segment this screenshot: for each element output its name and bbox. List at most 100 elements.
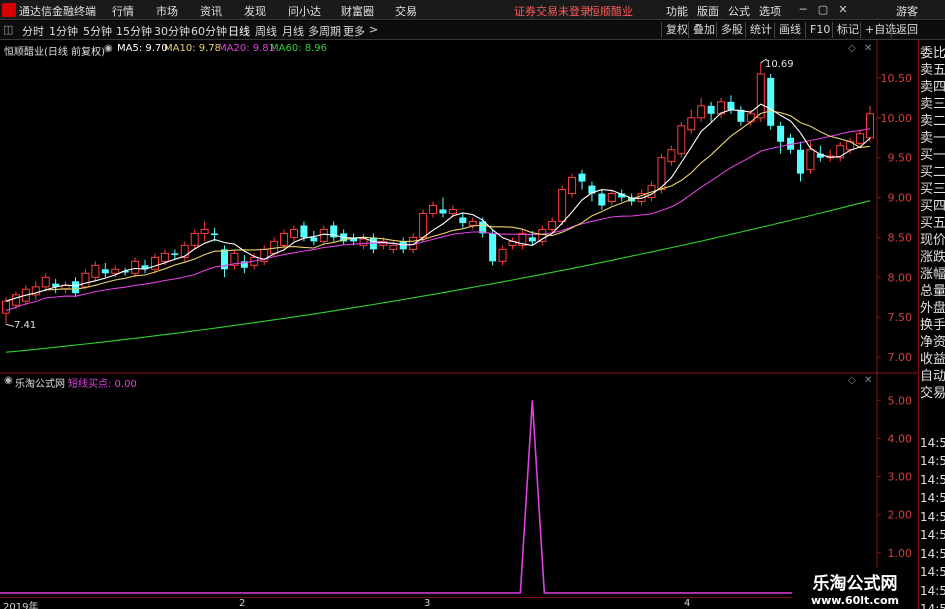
quote-panel-item: 14:56	[920, 472, 945, 487]
candle-body	[806, 149, 815, 171]
price-tick-label: 7.00	[888, 351, 913, 364]
candle-body	[429, 205, 438, 214]
price-tick-label: 8.50	[888, 231, 913, 244]
ma60-label: MA60: 8.96	[270, 43, 328, 54]
btn-draw[interactable]: 画线	[774, 22, 801, 38]
chart-area[interactable]: 10.50 10.00 9.50 9.00 8.50 8.00 7.50 7.00 5.00 4.…	[0, 40, 918, 597]
menu-item-news[interactable]: 资讯	[200, 3, 222, 19]
menu-item-discover[interactable]: 发现	[244, 3, 266, 19]
menu-item-options[interactable]: 选项	[759, 3, 781, 19]
menu-item-layout[interactable]: 版面	[697, 3, 719, 19]
chart-dropdown-icon[interactable]: ◉	[104, 43, 113, 54]
user-label[interactable]: 游客	[896, 3, 918, 19]
btn-f10[interactable]: F10	[805, 22, 830, 38]
candle-body	[528, 237, 536, 242]
btn-overlay[interactable]: 叠加	[688, 22, 715, 38]
app-logo-icon	[2, 3, 16, 17]
menu-item-quotes[interactable]: 行情	[112, 3, 134, 19]
sub-tick-label: 4.00	[888, 432, 913, 445]
price-tick-label: 10.50	[881, 72, 913, 85]
chart-close-icon[interactable]: ✕	[864, 43, 872, 54]
menu-bar: 通达信金融终端 行情 市场 资讯 发现 问小达 财富圈 交易 证券交易未登录 恒…	[0, 0, 945, 20]
candle-body	[11, 294, 20, 306]
candle-body	[41, 276, 50, 288]
candle-body	[101, 269, 109, 274]
toggle-panel-icon[interactable]: ◫	[3, 23, 13, 36]
candle-body	[767, 77, 775, 126]
login-notice[interactable]: 证券交易未登录	[514, 3, 591, 19]
menu-item-function[interactable]: 功能	[666, 3, 688, 19]
candle-body	[211, 233, 219, 236]
tab-period-6[interactable]: 日线	[228, 23, 250, 39]
expand-diamond-icon[interactable]: ◇	[848, 43, 856, 54]
buy-signal-label: 短线买点: 0.00	[68, 379, 137, 390]
candle-body	[697, 105, 706, 119]
candle-body	[667, 149, 676, 163]
tab-period-3[interactable]: 15分钟	[116, 23, 152, 39]
menu-item-formula[interactable]: 公式	[728, 3, 750, 19]
quote-panel: 委比 卖五 卖四 卖三 卖二 卖一 买一 买二 买三 买四 买五 现价 涨跌 涨幅 总量 外盘 换手 净资 收益 自动…	[918, 40, 945, 609]
quote-panel-item: 14:56	[920, 546, 945, 561]
tab-period-0[interactable]: 分时	[22, 23, 44, 39]
candle-body	[448, 209, 457, 214]
candle-body	[468, 220, 477, 226]
candle-body	[598, 193, 606, 206]
menu-item-community[interactable]: 财富圈	[341, 3, 374, 19]
more-chevron-icon[interactable]: >	[369, 23, 378, 36]
btn-multi[interactable]: 多股	[716, 22, 743, 38]
price-tick-label: 9.00	[888, 192, 913, 205]
candle-body	[489, 233, 497, 262]
tab-period-2[interactable]: 5分钟	[83, 23, 112, 39]
current-stock-name: 恒顺醋业	[589, 5, 633, 18]
candle-body	[190, 232, 199, 246]
candle-body	[796, 149, 804, 174]
time-axis: 2019年 2 3 4	[0, 597, 918, 609]
tab-period-8[interactable]: 月线	[282, 23, 304, 39]
close-icon[interactable]: ✕	[835, 2, 851, 18]
tab-period-9[interactable]: 多周期	[308, 23, 341, 39]
quote-panel-item: 14:56	[920, 491, 945, 505]
sub-dropdown-icon[interactable]: ◉	[4, 375, 13, 386]
btn-back[interactable]: 返回	[891, 22, 918, 38]
price-tick-label: 10.00	[881, 112, 913, 125]
candle-body	[737, 109, 745, 122]
candle-body	[777, 125, 785, 142]
candle-body	[310, 237, 318, 242]
candle-body	[607, 193, 616, 203]
sub-expand-diamond-icon[interactable]: ◇	[848, 375, 856, 386]
low-price-label: 7.41	[14, 320, 37, 331]
quote-panel-item: 14:56	[920, 454, 945, 468]
candle-body	[677, 125, 686, 155]
price-tick-label: 7.50	[888, 311, 913, 324]
candle-body	[2, 300, 10, 314]
candle-body	[319, 228, 328, 242]
btn-adjust[interactable]: 复权	[661, 22, 688, 38]
btn-mark[interactable]: 标记	[832, 22, 859, 38]
candle-body	[359, 238, 368, 246]
tab-period-4[interactable]: 30分钟	[154, 23, 190, 39]
candle-body	[131, 260, 140, 274]
candle-body	[568, 177, 577, 195]
menu-item-market[interactable]: 市场	[156, 3, 178, 19]
candle-body	[200, 228, 209, 234]
ma20-label: MA20: 9.81	[218, 43, 276, 54]
candle-body	[459, 217, 467, 224]
candle-body	[439, 209, 447, 214]
candle-body	[707, 105, 715, 114]
tab-period-10[interactable]: 更多	[343, 23, 365, 39]
minimize-icon[interactable]: ─	[795, 2, 811, 18]
tab-period-5[interactable]: 60分钟	[191, 23, 227, 39]
menu-item-ask[interactable]: 问小达	[288, 3, 321, 19]
sub-close-icon[interactable]: ✕	[864, 375, 872, 386]
tab-period-7[interactable]: 周线	[255, 23, 277, 39]
candle-body	[150, 256, 159, 270]
tab-period-1[interactable]: 1分钟	[49, 23, 78, 39]
time-label-feb: 2	[239, 598, 246, 609]
btn-stats[interactable]: 统计	[745, 22, 772, 38]
candle-body	[746, 113, 755, 123]
restore-icon[interactable]: ▢	[815, 2, 831, 18]
watermark-title: 乐淘公式网	[812, 574, 898, 594]
candle-body	[866, 113, 874, 139]
sub-tick-label: 3.00	[888, 471, 913, 484]
menu-item-trade[interactable]: 交易	[395, 3, 417, 19]
